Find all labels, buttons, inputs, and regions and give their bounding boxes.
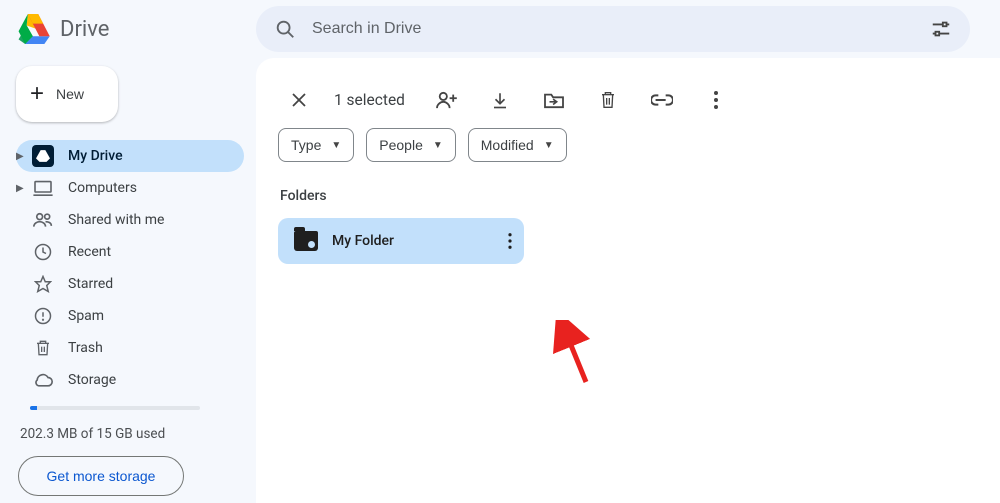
storage-bar (30, 406, 200, 410)
sidebar-item-spam[interactable]: Spam (16, 300, 244, 332)
folder-more-icon[interactable] (502, 227, 518, 255)
filter-row: Type ▼ People ▼ Modified ▼ (278, 128, 978, 162)
sidebar-item-label: Trash (68, 340, 103, 356)
sidebar-item-shared[interactable]: Shared with me (16, 204, 244, 236)
drive-logo-icon (16, 14, 50, 44)
brand-label: Drive (60, 17, 109, 42)
search-bar[interactable] (256, 6, 970, 52)
sidebar-item-label: Computers (68, 180, 137, 196)
sidebar-item-recent[interactable]: Recent (16, 236, 244, 268)
sidebar-item-label: Storage (68, 372, 116, 388)
search-icon (274, 18, 296, 40)
chevron-down-icon: ▼ (433, 140, 443, 151)
filter-label: People (379, 137, 423, 153)
star-icon (32, 273, 54, 295)
cloud-icon (32, 369, 54, 391)
share-icon[interactable] (429, 82, 463, 118)
download-icon[interactable] (483, 82, 517, 118)
new-button-label: New (56, 86, 84, 102)
sidebar-item-label: My Drive (68, 148, 123, 164)
sidebar-item-starred[interactable]: Starred (16, 268, 244, 300)
filter-type[interactable]: Type ▼ (278, 128, 354, 162)
sidebar-item-storage[interactable]: Storage (16, 364, 244, 396)
sidebar-item-label: Shared with me (68, 212, 164, 228)
trash-icon (32, 337, 54, 359)
sidebar-item-label: Spam (68, 308, 104, 324)
new-button[interactable]: + New (16, 66, 118, 122)
clock-icon (32, 241, 54, 263)
chevron-right-icon: ▶ (16, 151, 28, 162)
folder-card[interactable]: My Folder (278, 218, 524, 264)
chevron-down-icon: ▼ (331, 140, 341, 151)
spam-icon (32, 305, 54, 327)
shared-icon (32, 209, 54, 231)
filter-modified[interactable]: Modified ▼ (468, 128, 567, 162)
search-options-icon[interactable] (930, 18, 952, 40)
drive-icon (32, 145, 54, 167)
selection-count: 1 selected (334, 91, 405, 109)
sidebar-item-my-drive[interactable]: ▶ My Drive (16, 140, 244, 172)
filter-label: Type (291, 137, 321, 153)
move-icon[interactable] (537, 82, 571, 118)
sidebar-item-label: Recent (68, 244, 111, 260)
link-icon[interactable] (645, 82, 679, 118)
sidebar-item-trash[interactable]: Trash (16, 332, 244, 364)
filter-label: Modified (481, 137, 534, 153)
chevron-right-icon: ▶ (16, 183, 28, 194)
shared-folder-icon (294, 231, 318, 251)
brand[interactable]: Drive (16, 14, 256, 44)
filter-people[interactable]: People ▼ (366, 128, 456, 162)
more-icon[interactable] (699, 82, 733, 118)
sidebar: + New ▶ My Drive ▶ Computers Shared with… (0, 58, 256, 503)
sidebar-item-computers[interactable]: ▶ Computers (16, 172, 244, 204)
folder-name: My Folder (332, 233, 488, 249)
selection-toolbar: 1 selected (278, 76, 978, 124)
delete-icon[interactable] (591, 82, 625, 118)
close-icon[interactable] (284, 85, 314, 115)
get-storage-button[interactable]: Get more storage (18, 456, 184, 496)
annotation-arrow (546, 320, 606, 390)
chevron-down-icon: ▼ (544, 140, 554, 151)
computers-icon (32, 177, 54, 199)
plus-icon: + (30, 82, 44, 106)
search-input[interactable] (312, 20, 930, 38)
storage-text: 202.3 MB of 15 GB used (20, 426, 244, 442)
main-panel: 1 selected Type ▼ (256, 58, 1000, 503)
sidebar-item-label: Starred (68, 276, 113, 292)
folders-section-title: Folders (280, 188, 978, 204)
